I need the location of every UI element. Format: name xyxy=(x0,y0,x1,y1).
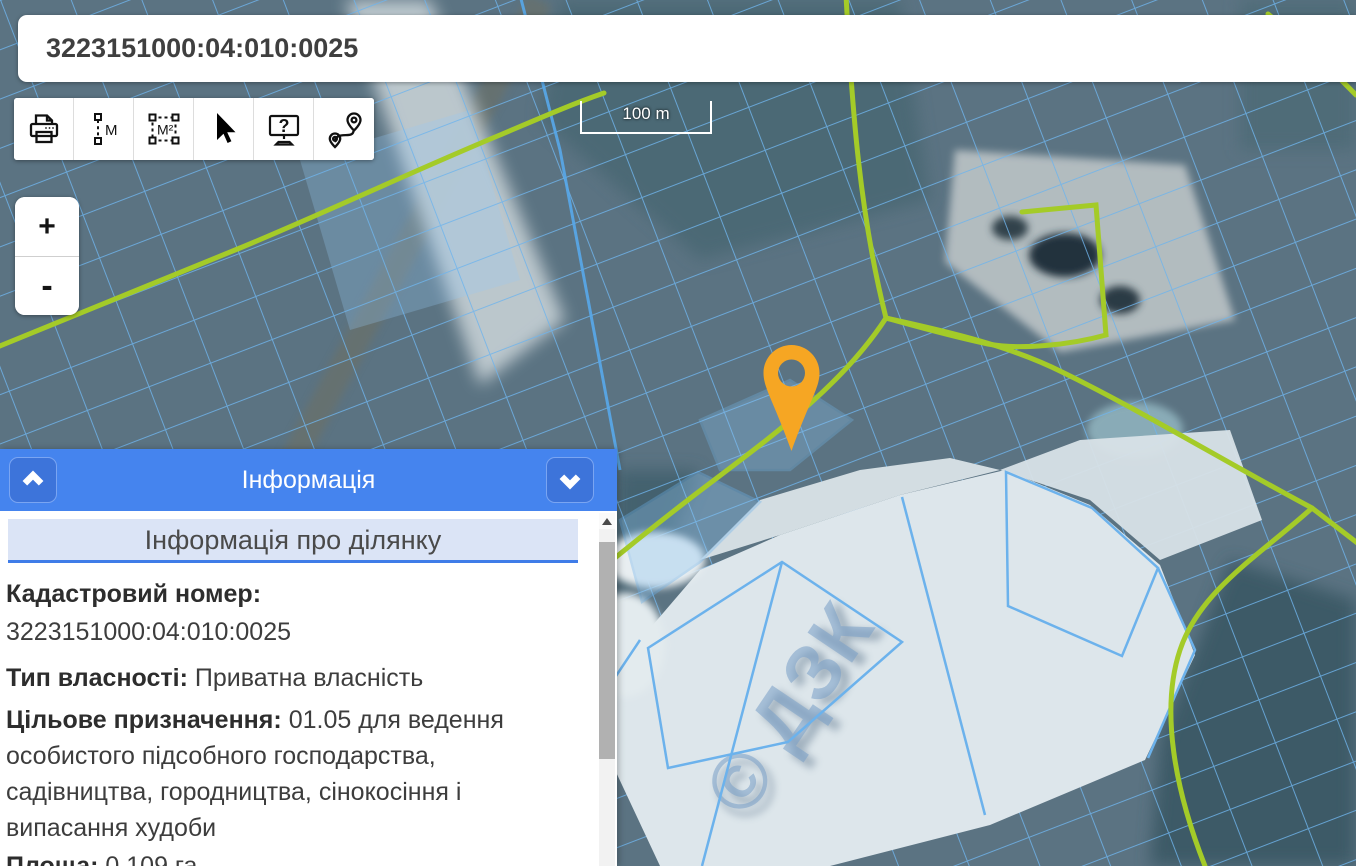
measure-area-button[interactable]: M² xyxy=(134,98,194,160)
purpose-field: Цільове призначення:01.05 для ведення ос… xyxy=(6,702,531,846)
area-label: Площа: xyxy=(6,852,98,866)
svg-text:?: ? xyxy=(278,116,289,136)
scale-bar-label: 100 m xyxy=(622,104,669,123)
help-monitor-icon: ? xyxy=(264,109,304,149)
purpose-label: Цільове призначення: xyxy=(6,706,282,734)
panel-collapse-button[interactable] xyxy=(546,457,594,503)
search-bar xyxy=(18,15,1356,82)
svg-text:M²: M² xyxy=(157,122,174,138)
cadastral-number-label: Кадастровий номер: xyxy=(6,576,593,612)
chevron-down-icon xyxy=(557,467,583,493)
scrollbar-thumb[interactable] xyxy=(599,542,615,759)
info-panel: Інформація Інформація про ділянку Кадаст… xyxy=(0,449,617,866)
print-button[interactable] xyxy=(14,98,74,160)
tab-parcel-info[interactable]: Інформація про ділянку xyxy=(8,519,578,563)
chevron-up-icon xyxy=(20,467,46,493)
zoom-out-button[interactable]: - xyxy=(15,256,79,315)
cadastral-number-value: 3223151000:04:010:0025 xyxy=(6,614,593,650)
measure-distance-button[interactable]: M xyxy=(74,98,134,160)
help-button[interactable]: ? xyxy=(254,98,314,160)
svg-text:M: M xyxy=(105,122,118,139)
ownership-value: Приватна власність xyxy=(195,664,423,692)
search-input[interactable] xyxy=(18,15,1356,82)
area-value: 0.109 га xyxy=(105,852,197,866)
zoom-in-button[interactable]: + xyxy=(15,197,79,256)
select-cursor-button[interactable] xyxy=(194,98,254,160)
scroll-up-button[interactable] xyxy=(599,513,615,529)
measure-distance-icon: M xyxy=(84,109,124,149)
cursor-icon xyxy=(204,109,244,149)
route-icon xyxy=(324,109,364,149)
measure-area-icon: M² xyxy=(144,109,184,149)
ownership-field: Тип власності:Приватна власність xyxy=(6,660,593,696)
area-field: Площа: 0.109 га xyxy=(6,848,593,866)
panel-title: Інформація xyxy=(242,466,376,495)
panel-scrollbar xyxy=(599,511,615,866)
ownership-label: Тип власності: xyxy=(6,664,188,692)
print-icon xyxy=(24,109,64,149)
scale-bar: 100 m xyxy=(580,101,712,134)
panel-expand-button[interactable] xyxy=(9,457,57,503)
info-panel-body: Інформація про ділянку Кадастровий номер… xyxy=(0,511,617,866)
route-button[interactable] xyxy=(314,98,374,160)
map-toolbar: M M² ? xyxy=(14,98,374,160)
scroll-up-icon xyxy=(602,518,612,525)
info-panel-header: Інформація xyxy=(0,449,617,511)
zoom-control: + - xyxy=(15,197,79,315)
